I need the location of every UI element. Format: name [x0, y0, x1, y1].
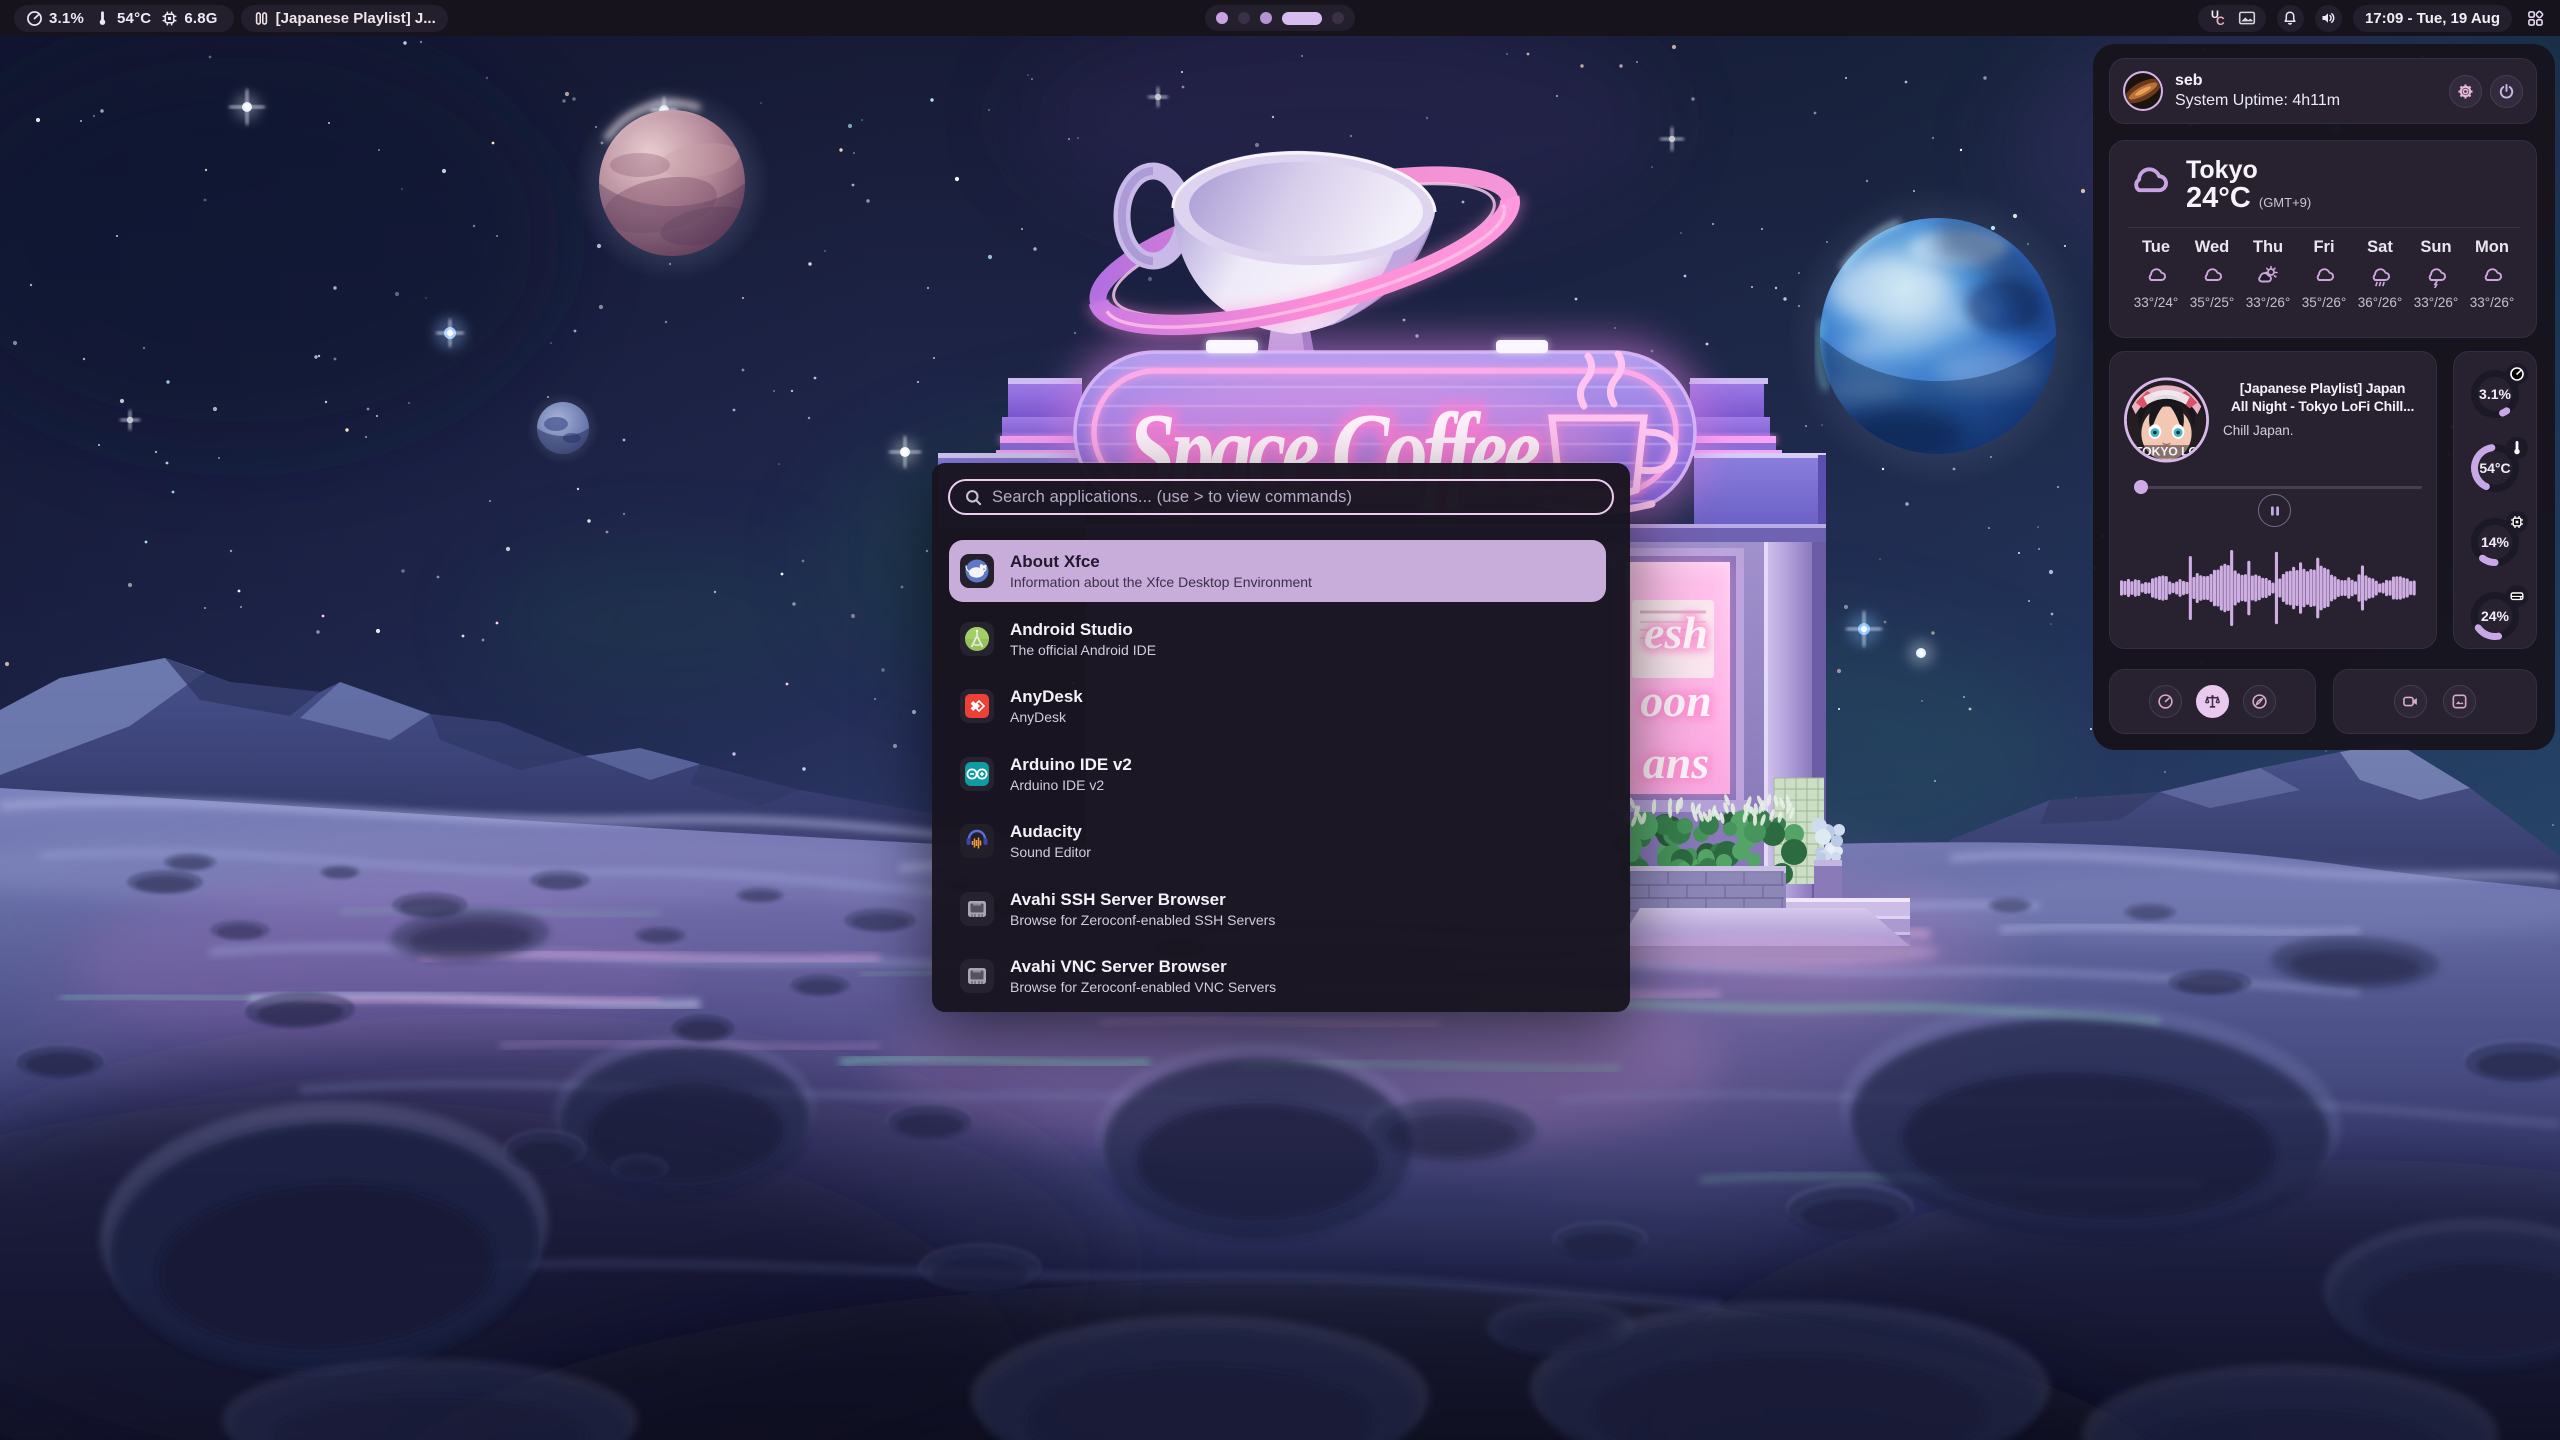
svg-text:3.1%: 3.1%: [2479, 386, 2511, 402]
svg-text:ans: ans: [1643, 737, 1709, 788]
svg-text:TOKYO LO: TOKYO LO: [2135, 445, 2198, 459]
svg-text:oon: oon: [1640, 675, 1712, 726]
svg-text:54°C: 54°C: [2479, 460, 2510, 476]
svg-text:esh: esh: [1644, 607, 1708, 658]
svg-text:24%: 24%: [2481, 608, 2510, 624]
svg-text:C: C: [2216, 14, 2225, 28]
svg-text:14%: 14%: [2481, 534, 2510, 550]
